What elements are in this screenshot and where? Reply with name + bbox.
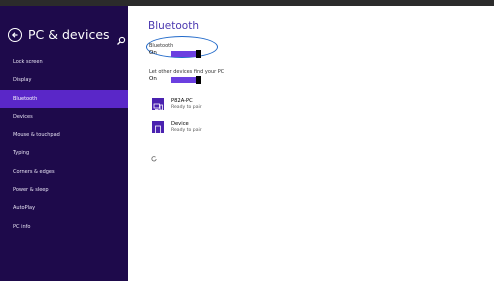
device-name: P82A-PC [171,98,193,104]
sidebar-item-power-sleep[interactable]: Power & sleep [0,181,128,199]
device-item-p82a-pc[interactable]: P82A-PC Ready to pair [152,98,242,114]
device-status: Ready to pair [171,104,202,110]
sidebar-title: PC & devices [28,27,110,42]
computer-icon [152,98,164,111]
sidebar-header: PC & devices [8,27,128,46]
main-content: Bluetooth Bluetooth On Let other devices… [146,20,488,275]
sidebar-item-pc-info[interactable]: PC info [0,218,128,236]
sidebar-item-lock-screen[interactable]: Lock screen [0,53,128,71]
sidebar-item-autoplay[interactable]: AutoPlay [0,199,128,217]
bluetooth-toggle-switch[interactable] [171,50,201,58]
sidebar-item-typing[interactable]: Typing [0,144,128,162]
sidebar-item-corners-edges[interactable]: Corners & edges [0,163,128,181]
device-item-device[interactable]: Device Ready to pair [152,121,242,137]
discoverable-toggle-state: On [149,76,157,82]
search-icon[interactable] [116,31,126,45]
sidebar-item-display[interactable]: Display [0,71,128,89]
discoverable-toggle-label: Let other devices find your PC [149,69,225,75]
bluetooth-toggle-label: Bluetooth [149,43,174,49]
discoverable-toggle-switch[interactable] [171,76,201,84]
back-arrow-icon[interactable] [8,28,22,42]
loading-spinner-icon [151,147,157,162]
toggle-thumb [196,50,201,58]
page-title: Bluetooth [148,20,199,32]
bluetooth-toggle-state: On [149,50,157,56]
sidebar-item-devices[interactable]: Devices [0,108,128,126]
sidebar-item-mouse-touchpad[interactable]: Mouse & touchpad [0,126,128,144]
tablet-icon [152,121,164,135]
sidebar-nav: Lock screen Display Bluetooth Devices Mo… [0,53,128,236]
toggle-thumb [196,76,201,84]
device-status: Ready to pair [171,127,202,133]
device-name: Device [171,121,189,127]
sidebar: PC & devices Lock screen Display Bluetoo… [0,6,128,281]
sidebar-item-bluetooth[interactable]: Bluetooth [0,89,128,108]
